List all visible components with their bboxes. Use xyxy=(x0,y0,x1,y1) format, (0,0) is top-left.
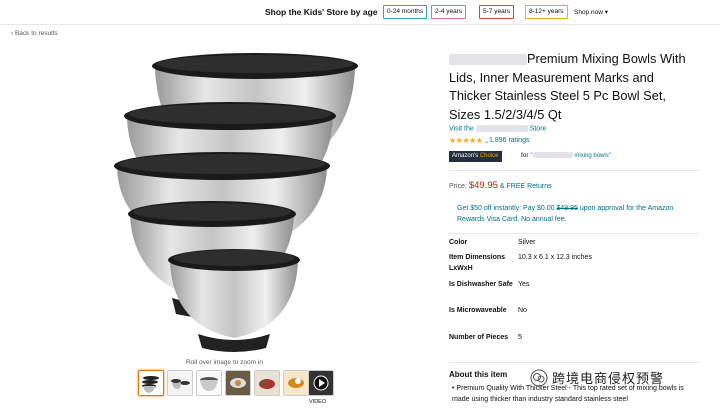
promo-text[interactable]: Get $50 off instantly: Pay $0.00 $49.95 … xyxy=(457,204,697,225)
age-chip-8-12-years[interactable]: 8-12+ years xyxy=(525,5,568,19)
spec-label-pieces: Number of Pieces xyxy=(449,334,509,341)
divider xyxy=(449,170,700,171)
visit-suffix: Store xyxy=(529,125,547,133)
redacted-choice-term xyxy=(532,152,573,159)
thumbnail-6[interactable] xyxy=(283,370,309,396)
choice-badge-suffix: Choice xyxy=(479,153,499,159)
price-value: $49.95 xyxy=(468,180,498,191)
chevron-down-icon[interactable]: ⌄ xyxy=(484,139,489,145)
back-to-results-link[interactable]: ‹ Back to results xyxy=(11,30,58,37)
rewards-card-promo: Get $50 off instantly: Pay $0.00 $49.95 … xyxy=(449,199,700,229)
thumbnail-video[interactable] xyxy=(308,370,334,396)
rating-stars[interactable]: ★★★★★ ⌄ xyxy=(449,136,489,145)
video-label: VIDEO xyxy=(309,399,327,405)
spec-label-dishwasher: Is Dishwasher Safe xyxy=(449,281,513,288)
choice-for-text: for " mixing bowls" xyxy=(521,152,611,159)
promo-part-1: Get $50 off instantly: Pay $0.00 xyxy=(457,205,555,212)
divider xyxy=(449,233,700,234)
kids-store-label: Shop the Kids' Store by age xyxy=(265,7,378,17)
thumbnail-5[interactable] xyxy=(254,370,280,396)
about-this-item-heading: About this item xyxy=(449,370,508,379)
thumbnail-1[interactable] xyxy=(138,370,164,396)
spec-value-microwaveable: No xyxy=(518,307,527,314)
thumbnail-3[interactable] xyxy=(196,370,222,396)
bowl-1-5qt xyxy=(168,249,300,352)
star-icons: ★★★★★ xyxy=(449,136,483,145)
visit-store-link[interactable]: Visit the Store xyxy=(449,125,546,132)
free-returns-link[interactable]: & FREE Returns xyxy=(500,183,552,190)
kids-store-bar: Shop the Kids' Store by age 0-24 months … xyxy=(0,0,720,25)
choice-keyword-link[interactable]: mixing bowls" xyxy=(574,153,610,159)
product-title: Premium Mixing Bowls With Lids, Inner Me… xyxy=(449,50,694,124)
price-label: Price: xyxy=(449,183,467,190)
age-chip-0-24-months[interactable]: 0-24 months xyxy=(383,5,428,19)
thumbnail-2[interactable] xyxy=(167,370,193,396)
choice-badge-prefix: Amazon's xyxy=(452,153,479,159)
age-chip-5-7-years[interactable]: 5-7 years xyxy=(479,5,515,19)
zoom-hint: Roll over image to zoom in xyxy=(186,359,263,366)
spec-label-microwaveable: Is Microwaveable xyxy=(449,307,507,314)
shop-now-link[interactable]: Shop now ▾ xyxy=(574,8,608,16)
choice-for-label: for xyxy=(521,152,529,159)
divider xyxy=(449,362,700,363)
age-chip-2-4-years[interactable]: 2-4 years xyxy=(431,5,467,19)
ratings-count-link[interactable]: 1,896 ratings xyxy=(489,137,529,144)
spec-value-dimensions: 10.3 x 6.1 x 12.3 inches xyxy=(518,254,592,261)
about-bullet-1: • Premium Quality With Thicker Steel - T… xyxy=(452,385,684,403)
spec-value-color: Silver xyxy=(518,239,536,246)
thumbnail-4[interactable] xyxy=(225,370,251,396)
amazons-choice-badge: Amazon's Choice xyxy=(449,151,502,162)
spec-label-dimensions: Item Dimensions LxWxH xyxy=(449,254,506,272)
promo-strikethrough-price: $49.95 xyxy=(556,205,578,212)
spec-value-dishwasher: Yes xyxy=(518,281,530,288)
visit-prefix: Visit the xyxy=(449,125,474,133)
price-row: Price: $49.95 & FREE Returns xyxy=(449,180,552,191)
redacted-store-name xyxy=(475,125,528,132)
main-product-image[interactable] xyxy=(110,40,400,358)
spec-label-color: Color xyxy=(449,239,468,246)
redacted-brand xyxy=(449,54,527,66)
spec-value-pieces: 5 xyxy=(518,334,522,341)
